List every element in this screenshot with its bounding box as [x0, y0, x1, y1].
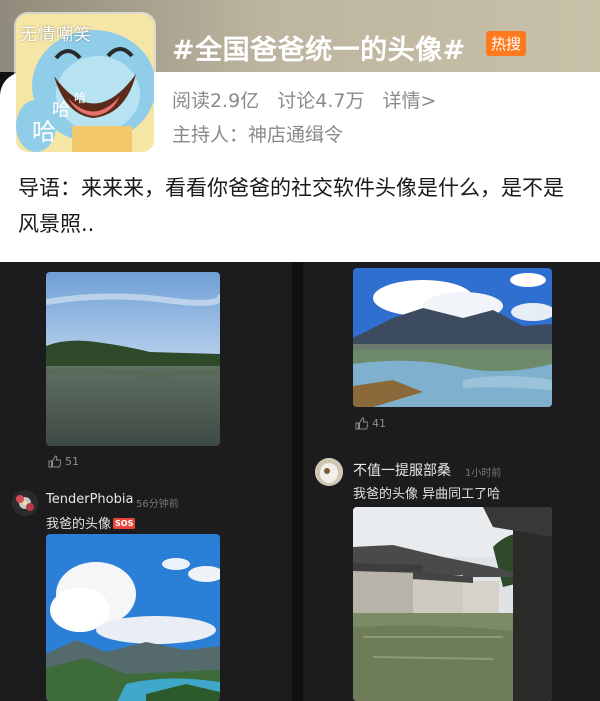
feed-column-right: 41 不值一提服部桑 1小时前 我爸的头像 异曲同工了哈: [303, 262, 600, 701]
thumbs-up-icon: [48, 455, 61, 468]
details-link[interactable]: 详情>: [383, 90, 437, 112]
post-image-mountain-lake[interactable]: [46, 534, 220, 701]
thumbs-up-icon: [355, 417, 368, 430]
read-count: 阅读2.9亿: [172, 90, 260, 112]
like-count: 51: [65, 455, 79, 468]
comment-text: 我爸的头像 异曲同工了哈: [353, 487, 501, 502]
egg-avatar-icon: [315, 458, 343, 486]
feed-column-left: 51 TenderPhobia 56分钟前 我爸的头像 SOS: [0, 262, 292, 701]
topic-stats: 阅读2.9亿 讨论4.7万 详情>: [172, 86, 448, 113]
water-town-photo: [353, 507, 552, 701]
lake-photo: [46, 272, 220, 446]
post-time: 1小时前: [465, 468, 502, 479]
comment-text-content: 我爸的头像: [46, 517, 112, 532]
comment-text: 我爸的头像 SOS: [46, 513, 136, 532]
avatar[interactable]: [12, 490, 38, 516]
river-valley-photo: [353, 268, 552, 407]
topic-host[interactable]: 主持人：神店通缉令: [172, 120, 343, 147]
thumb-ha-3: 哈: [32, 118, 56, 146]
topic-title[interactable]: #全国爸爸统一的头像#: [172, 28, 466, 67]
username[interactable]: TenderPhobia: [46, 492, 133, 507]
column-divider: [292, 262, 303, 701]
topic-thumbnail[interactable]: 哈 哈 哈 无情嘲笑: [16, 14, 154, 152]
like-button[interactable]: 41: [355, 417, 386, 430]
flower-avatar-icon: [12, 490, 38, 516]
sos-emoji-icon: SOS: [113, 518, 136, 529]
avatar[interactable]: [315, 458, 343, 486]
post-image-water-town[interactable]: [353, 507, 552, 701]
discussion-count: 讨论4.7万: [277, 90, 365, 112]
like-count: 41: [372, 417, 386, 430]
like-button[interactable]: 51: [48, 455, 79, 468]
username[interactable]: 不值一提服部桑: [353, 460, 451, 480]
hot-search-badge: 热搜: [486, 31, 527, 56]
topic-intro: 导语：来来来，看看你爸爸的社交软件头像是什么，是不是风景照..: [18, 176, 564, 236]
post-image-river-valley[interactable]: [353, 268, 552, 407]
post-time: 56分钟前: [136, 499, 179, 510]
mountain-lake-photo: [46, 534, 220, 701]
post-image-lake[interactable]: [46, 272, 220, 446]
thumb-watermark: 无情嘲笑: [20, 25, 92, 45]
thumb-ha-2: 哈: [74, 91, 86, 105]
